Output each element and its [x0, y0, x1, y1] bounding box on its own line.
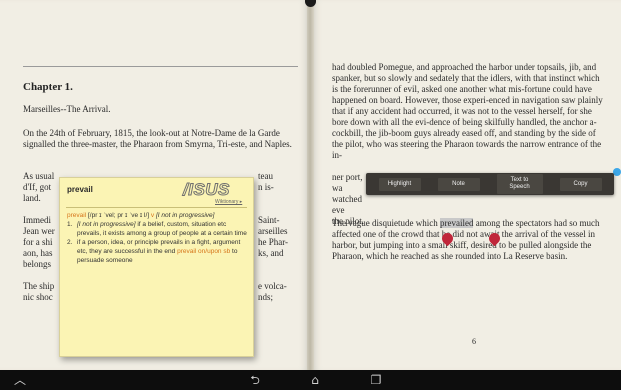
chapter-subtitle: Marseilles--The Arrival. — [23, 104, 111, 114]
dictionary-sense-2: 2. if a person, idea, or principle prevai… — [67, 239, 241, 264]
dictionary-pos-line: prevail [/pr ɪ ˈvel; pr ɪ ˈve ɪ l/] v [I… — [67, 212, 215, 219]
header-rule — [23, 66, 298, 67]
note-button[interactable]: Note — [437, 177, 480, 191]
dictionary-divider — [66, 207, 247, 208]
left-partial-lines-right: teau n is- Saint- arseilles he Phar- ks,… — [258, 171, 289, 302]
system-navigation-bar: ︿ ⮌ ⌂ ❐ — [0, 370, 621, 390]
asus-logo: /ISUS — [183, 180, 230, 200]
page-number: 6 — [472, 337, 476, 346]
chevron-up-icon[interactable]: ︿ — [10, 373, 30, 387]
dictionary-headword: prevail — [67, 185, 93, 194]
dictionary-popup[interactable]: prevail /ISUS Wiktionary ▸ prevail [/pr … — [59, 177, 254, 357]
right-paragraph-2: The vague disquietude which prevailed am… — [332, 218, 600, 261]
chapter-title: Chapter 1. — [23, 81, 73, 93]
home-icon[interactable]: ⌂ — [305, 373, 325, 387]
book-spine — [307, 0, 314, 370]
back-icon[interactable]: ⮌ — [245, 373, 265, 387]
highlight-button[interactable]: Highlight — [378, 177, 421, 191]
left-paragraph-1: On the 24th of February, 1815, the look-… — [23, 128, 292, 149]
right-paragraph-1: had doubled Pomegue, and approached the … — [332, 62, 603, 160]
selection-toolbar: Highlight Note Text to Speech Copy — [366, 173, 614, 195]
selected-word[interactable]: prevailed — [439, 218, 474, 228]
ebook-reader: Chapter 1. Marseilles--The Arrival. On t… — [0, 0, 621, 370]
dictionary-source-link[interactable]: Wiktionary ▸ — [215, 199, 242, 205]
dictionary-sense-1: 1. [I not in progressive] if a belief, cu… — [67, 221, 247, 237]
text-to-speech-button[interactable]: Text to Speech — [496, 174, 543, 194]
left-partial-lines: As usual d'If, got land. Immedi Jean wer… — [23, 171, 55, 302]
recent-apps-icon[interactable]: ❐ — [366, 373, 386, 387]
dictionary-definition: prevail [/pr ɪ ˈvel; pr ɪ ˈve ɪ l/] v [I… — [67, 211, 247, 265]
copy-button[interactable]: Copy — [559, 177, 602, 191]
scroll-indicator[interactable] — [613, 168, 621, 176]
